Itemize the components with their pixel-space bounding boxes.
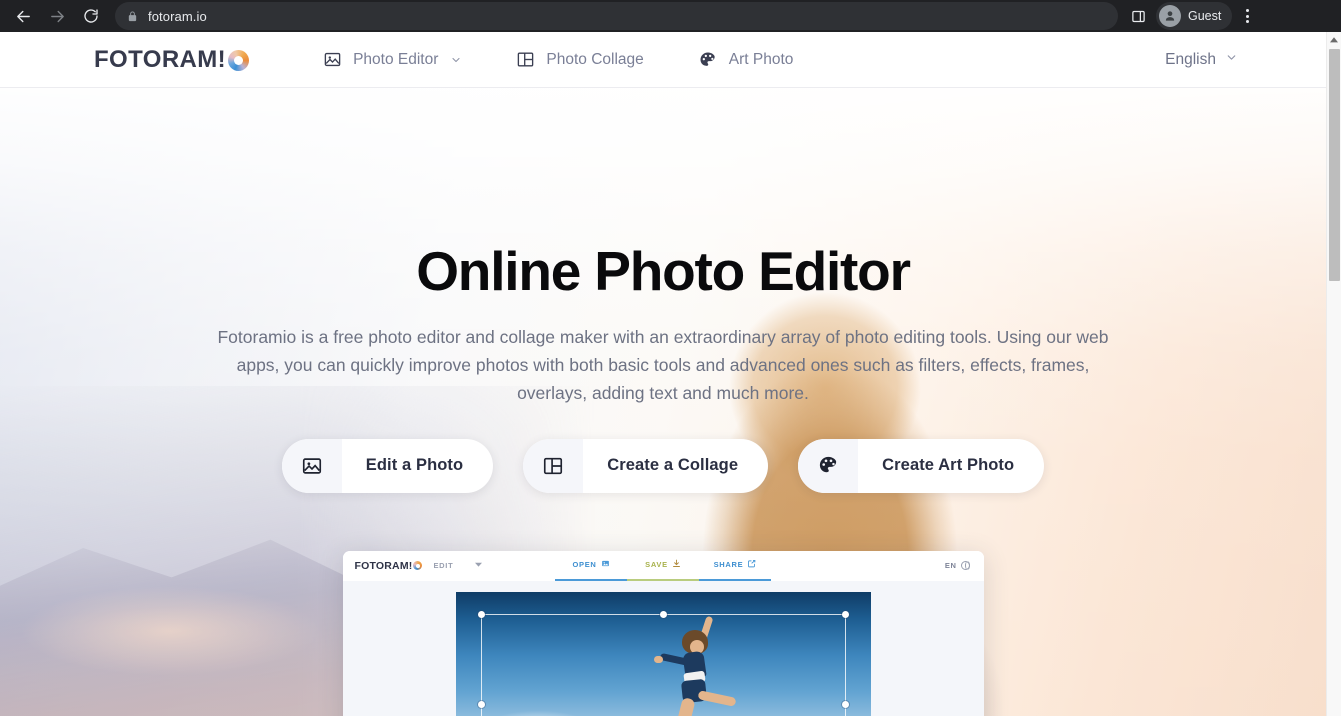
palette-icon <box>698 50 718 70</box>
brand-logo[interactable]: FOTORAM! <box>94 45 250 74</box>
mockup-mode-dropdown: EDIT <box>433 561 483 571</box>
menu-dot <box>1245 9 1249 12</box>
browser-reload-button[interactable] <box>77 2 105 30</box>
crop-handle-top-left[interactable] <box>477 610 485 618</box>
reload-icon <box>83 8 99 24</box>
collage-grid-icon <box>523 438 584 493</box>
address-bar-url: fotoram.io <box>148 8 207 24</box>
open-image-icon <box>601 559 610 570</box>
cta-label: Create Art Photo <box>882 456 1015 475</box>
hero-content: Online Photo Editor Fotoramio is a free … <box>0 240 1326 716</box>
chevron-down-icon <box>450 54 462 66</box>
lock-icon <box>127 10 138 23</box>
hero-cta-group: Edit a Photo Create a Collage Create Art… <box>0 438 1326 493</box>
create-art-photo-button[interactable]: Create Art Photo <box>798 438 1045 493</box>
menu-dot <box>1245 20 1249 23</box>
image-icon <box>323 50 342 69</box>
person-avatar-icon <box>1159 5 1181 27</box>
back-arrow-icon <box>15 8 32 25</box>
crop-handle-top-center[interactable] <box>659 610 667 618</box>
mockup-save-button: SAVE <box>627 551 699 581</box>
mockup-language-label: EN <box>944 561 957 571</box>
mockup-mode-label: EDIT <box>433 561 454 571</box>
mockup-brand-logo: FOTORAM! <box>355 560 423 572</box>
nav-item-art-photo[interactable]: Art Photo <box>698 50 794 70</box>
mockup-canvas <box>455 591 871 716</box>
language-selector[interactable]: English <box>1165 51 1238 69</box>
mockup-action-label: SAVE <box>645 560 668 570</box>
address-bar[interactable]: fotoram.io <box>115 2 1118 30</box>
mockup-open-button: OPEN <box>555 551 627 581</box>
main-navigation: Photo Editor Photo Collage Art Photo <box>323 50 1165 70</box>
share-icon <box>747 559 756 570</box>
profile-name: Guest <box>1188 9 1222 23</box>
nav-item-photo-collage[interactable]: Photo Collage <box>516 50 644 69</box>
chevron-down-icon <box>1225 51 1238 69</box>
mockup-action-label: SHARE <box>713 560 744 570</box>
page-scrollbar[interactable] <box>1326 32 1341 716</box>
menu-dot <box>1245 14 1249 18</box>
mockup-action-label: OPEN <box>572 560 597 570</box>
crop-handle-middle-left[interactable] <box>477 700 485 708</box>
forward-arrow-icon <box>49 8 66 25</box>
app-screenshot-mockup: FOTORAM! EDIT OPEN SAVE SHARE EN <box>342 550 984 716</box>
page-content: FOTORAM! Photo Editor Photo Collage Art … <box>0 32 1326 716</box>
cta-label: Edit a Photo <box>365 456 464 475</box>
scrollbar-thumb[interactable] <box>1329 49 1340 281</box>
crop-selection-frame[interactable] <box>480 613 846 716</box>
download-icon <box>672 559 681 570</box>
cta-label: Create a Collage <box>607 456 739 475</box>
gradient-ring-icon <box>413 561 423 571</box>
brand-wordmark: FOTORAM! <box>94 45 227 73</box>
mockup-share-button: SHARE <box>699 551 771 581</box>
mockup-action-group: OPEN SAVE SHARE <box>555 551 771 581</box>
globe-icon <box>960 561 970 571</box>
edit-a-photo-button[interactable]: Edit a Photo <box>281 438 494 493</box>
scroll-up-arrow-icon[interactable] <box>1327 32 1341 47</box>
hero-subtitle: Fotoramio is a free photo editor and col… <box>217 326 1109 404</box>
caret-down-icon <box>475 561 483 570</box>
browser-toolbar-right: Guest <box>1124 2 1260 30</box>
mockup-brand-wordmark: FOTORAM! <box>354 559 413 572</box>
mockup-toolbar: FOTORAM! EDIT OPEN SAVE SHARE EN <box>342 550 984 581</box>
profile-chip[interactable]: Guest <box>1156 2 1233 30</box>
crop-handle-middle-right[interactable] <box>841 700 849 708</box>
nav-item-photo-editor[interactable]: Photo Editor <box>323 50 462 69</box>
site-header: FOTORAM! Photo Editor Photo Collage Art … <box>0 32 1326 88</box>
browser-toolbar: fotoram.io Guest <box>0 0 1341 32</box>
mockup-language-selector: EN <box>944 561 970 571</box>
nav-item-label: Art Photo <box>728 50 794 68</box>
page-title: Online Photo Editor <box>416 240 911 302</box>
image-icon <box>281 438 342 493</box>
collage-grid-icon <box>516 50 535 69</box>
nav-item-label: Photo Editor <box>353 50 439 68</box>
create-a-collage-button[interactable]: Create a Collage <box>523 438 769 493</box>
crop-handle-top-right[interactable] <box>841 610 849 618</box>
three-dot-menu-icon[interactable] <box>1234 2 1260 30</box>
gradient-ring-icon <box>228 50 250 71</box>
palette-icon <box>798 438 859 493</box>
mockup-workspace <box>342 580 984 716</box>
browser-back-button[interactable] <box>9 2 37 30</box>
page-viewport: FOTORAM! Photo Editor Photo Collage Art … <box>0 32 1341 716</box>
side-panel-icon[interactable] <box>1124 2 1152 30</box>
browser-forward-button[interactable] <box>43 2 71 30</box>
language-label: English <box>1165 50 1216 68</box>
hero-section: Online Photo Editor Fotoramio is a free … <box>0 88 1326 716</box>
nav-item-label: Photo Collage <box>546 50 644 68</box>
